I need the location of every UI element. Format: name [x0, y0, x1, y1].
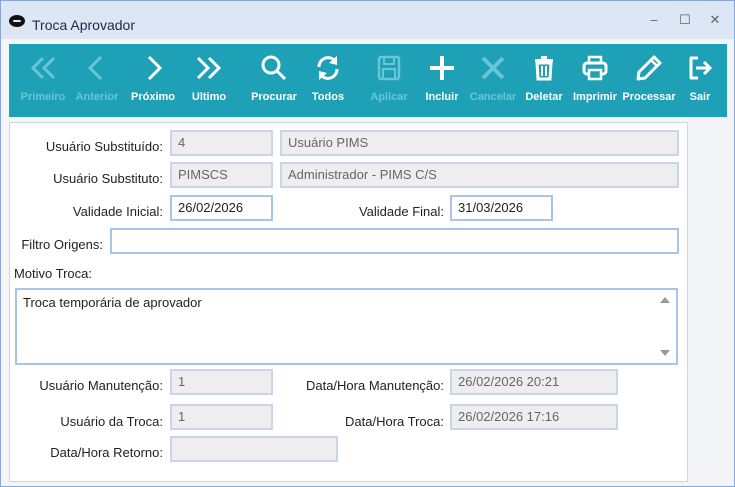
- filtro-origens-field[interactable]: [110, 228, 679, 254]
- usuario-substituto-label: Usuário Substituto:: [53, 171, 163, 186]
- validade-inicial-label: Validade Inicial:: [72, 204, 163, 219]
- search-label: Procurar: [251, 91, 297, 103]
- maximize-button[interactable]: ☐: [673, 9, 697, 31]
- plus-icon: [424, 52, 460, 84]
- print-button[interactable]: Imprimir: [573, 44, 617, 117]
- scroll-down-icon[interactable]: [660, 350, 670, 356]
- cancel-label: Cancelar: [469, 91, 517, 103]
- scroll-up-icon[interactable]: [660, 297, 670, 303]
- delete-label: Deletar: [525, 91, 563, 103]
- validade-final-label: Validade Final:: [358, 204, 444, 219]
- exit-button[interactable]: Sair: [683, 44, 717, 117]
- search-button[interactable]: Procurar: [251, 44, 297, 117]
- next-label: Próximo: [130, 91, 175, 103]
- first-button[interactable]: Primeiro: [20, 44, 66, 117]
- process-button[interactable]: Processar: [622, 44, 676, 117]
- previous-button[interactable]: Anterior: [76, 44, 118, 117]
- exit-label: Sair: [689, 91, 711, 103]
- usuario-troca-field[interactable]: 1: [170, 404, 273, 430]
- motivo-troca-text: Troca temporária de aprovador: [23, 295, 202, 310]
- usuario-manutencao-field[interactable]: 1: [170, 369, 273, 395]
- validade-inicial-field[interactable]: 26/02/2026: [170, 195, 273, 221]
- printer-icon: [575, 52, 615, 84]
- process-label: Processar: [622, 91, 676, 103]
- motivo-troca-textarea[interactable]: Troca temporária de aprovador: [15, 288, 678, 365]
- data-hora-manutencao-label: Data/Hora Manutenção:: [305, 378, 444, 393]
- delete-button[interactable]: Deletar: [524, 44, 564, 117]
- usuario-substituido-code-field[interactable]: 4: [170, 130, 273, 156]
- data-hora-troca-label: Data/Hora Troca:: [345, 414, 444, 429]
- include-label: Incluir: [425, 91, 459, 103]
- usuario-substituido-label: Usuário Substituído:: [45, 139, 163, 154]
- usuario-manutencao-label: Usuário Manutenção:: [39, 378, 163, 393]
- filtro-origens-label: Filtro Origens:: [21, 237, 103, 252]
- usuario-substituido-name-field[interactable]: Usuário PIMS: [280, 130, 679, 156]
- app-logo-icon: [9, 15, 25, 27]
- last-button[interactable]: Ultimo: [189, 44, 229, 117]
- refresh-icon: [309, 52, 347, 84]
- motivo-troca-label: Motivo Troca:: [13, 266, 92, 281]
- validade-final-field[interactable]: 31/03/2026: [450, 195, 553, 221]
- form-panel: Usuário Substituído: 4 Usuário PIMS Usuá…: [9, 122, 688, 482]
- data-hora-retorno-field[interactable]: [170, 436, 338, 462]
- cancel-button[interactable]: Cancelar: [470, 44, 516, 117]
- next-button[interactable]: Próximo: [131, 44, 175, 117]
- usuario-substituto-code-field[interactable]: PIMSCS: [170, 162, 273, 188]
- close-button[interactable]: ✕: [703, 9, 727, 31]
- window: Troca Aprovador ‒ ☐ ✕ Primeiro Anterior …: [0, 0, 735, 487]
- exit-icon: [683, 52, 717, 84]
- pencil-icon: [627, 52, 671, 84]
- save-icon: [370, 52, 408, 84]
- all-label: Todos: [311, 91, 345, 103]
- chevron-left-icon: [76, 52, 118, 84]
- close-icon: [472, 52, 514, 84]
- chevron-right-icon: [131, 52, 175, 84]
- double-chevron-left-icon: [20, 52, 66, 84]
- title-bar: Troca Aprovador ‒ ☐ ✕: [1, 1, 734, 39]
- usuario-troca-label: Usuário da Troca:: [60, 414, 163, 429]
- include-button[interactable]: Incluir: [424, 44, 460, 117]
- print-label: Imprimir: [572, 91, 617, 103]
- trash-icon: [524, 52, 564, 84]
- vertical-scrollbar[interactable]: [656, 292, 674, 361]
- usuario-substituto-name-field[interactable]: Administrador - PIMS C/S: [280, 162, 679, 188]
- last-label: Ultimo: [191, 91, 227, 103]
- first-label: Primeiro: [20, 91, 66, 103]
- window-title: Troca Aprovador: [32, 17, 135, 33]
- minimize-button[interactable]: ‒: [642, 9, 666, 31]
- data-hora-manutencao-field[interactable]: 26/02/2026 20:21: [450, 369, 618, 395]
- search-icon: [252, 52, 296, 84]
- data-hora-retorno-label: Data/Hora Retorno:: [50, 445, 163, 460]
- toolbar: Primeiro Anterior Próximo Ultimo Procura…: [9, 44, 727, 117]
- apply-button[interactable]: Aplicar: [370, 44, 408, 117]
- previous-label: Anterior: [75, 91, 119, 103]
- all-button[interactable]: Todos: [309, 44, 347, 117]
- apply-label: Aplicar: [370, 91, 408, 103]
- double-chevron-right-icon: [189, 52, 229, 84]
- data-hora-troca-field[interactable]: 26/02/2026 17:16: [450, 404, 618, 430]
